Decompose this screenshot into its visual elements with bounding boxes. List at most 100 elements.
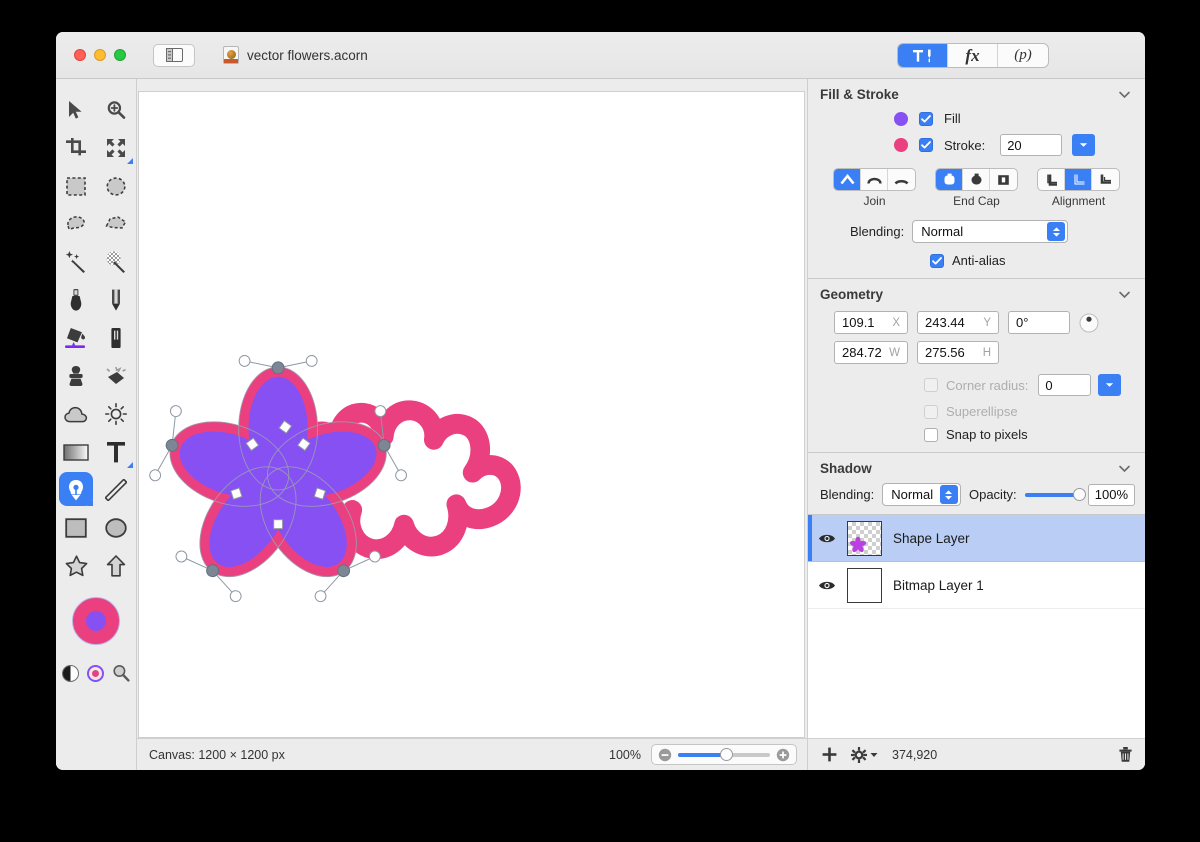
shadow-opacity-knob[interactable] (1072, 487, 1086, 501)
paint-bucket-tool[interactable] (56, 319, 96, 357)
rect-select-tool[interactable] (56, 167, 96, 205)
text-tool[interactable] (96, 433, 136, 471)
magic-wand-tool[interactable] (56, 243, 96, 281)
butt-cap-icon[interactable] (936, 169, 963, 190)
pen-tool[interactable] (56, 471, 96, 509)
smudge-tool[interactable] (96, 357, 136, 395)
inspector-mode-segmented-control[interactable]: fx (p) (897, 43, 1049, 68)
zoom-slider-knob[interactable] (719, 747, 733, 761)
endcap-group: End Cap (935, 168, 1018, 208)
tab-palette[interactable]: (p) (998, 44, 1048, 67)
corner-radius-input[interactable]: 0 (1038, 374, 1092, 396)
ellipse-tool[interactable] (96, 509, 136, 547)
round-join-icon[interactable] (861, 169, 888, 190)
black-white-swatch-icon[interactable] (62, 664, 79, 682)
anti-alias-checkbox[interactable] (930, 253, 944, 268)
layer-row-shape-layer[interactable]: Shape Layer (808, 515, 1145, 562)
stroke-color-dot[interactable] (894, 138, 908, 152)
geometry-w-field[interactable]: 284.72 W (834, 341, 908, 364)
clone-stamp-tool[interactable] (56, 357, 96, 395)
lasso-tool[interactable] (56, 205, 96, 243)
zoom-button[interactable] (114, 49, 126, 61)
corner-radius-stepper[interactable] (1098, 374, 1122, 396)
geometry-x-field[interactable]: 109.1 X (834, 311, 908, 334)
chevron-down-icon[interactable] (1118, 288, 1131, 301)
swap-swatch-icon[interactable] (87, 664, 104, 682)
round-cap-icon[interactable] (963, 169, 990, 190)
polygon-lasso-tool[interactable] (96, 205, 136, 243)
close-button[interactable] (74, 49, 86, 61)
transform-tool[interactable] (96, 129, 136, 167)
rectangle-tool[interactable] (56, 509, 96, 547)
align-outside-icon[interactable] (1092, 169, 1119, 190)
add-layer-icon[interactable] (822, 747, 837, 762)
geometry-y-field[interactable]: 243.44 Y (917, 311, 999, 334)
fill-color-swatch[interactable] (86, 611, 106, 631)
sidebar-toggle-button[interactable] (153, 43, 195, 67)
stroke-checkbox[interactable] (919, 138, 933, 152)
shadow-header[interactable]: Shadow (808, 453, 1145, 483)
fs-blending-popup[interactable]: Normal (912, 220, 1069, 243)
rotation-knob-icon[interactable] (1079, 313, 1099, 333)
layer-row-bitmap-layer-1[interactable]: Bitmap Layer 1 (808, 562, 1145, 609)
fill-stroke-header[interactable]: Fill & Stroke (808, 79, 1145, 109)
bevel-join-icon[interactable] (888, 169, 915, 190)
miter-join-icon[interactable] (834, 169, 861, 190)
pencil-tool[interactable] (96, 281, 136, 319)
eye-icon[interactable] (818, 579, 836, 592)
tab-tools[interactable] (898, 44, 948, 67)
shadow-opacity-slider[interactable] (1024, 487, 1086, 501)
brush-tool[interactable] (56, 281, 96, 319)
layer-options-menu[interactable] (851, 746, 878, 763)
zoom-out-icon[interactable] (658, 748, 672, 762)
canvas[interactable] (138, 91, 805, 738)
flower-petals[interactable] (148, 354, 408, 603)
superellipse-checkbox[interactable] (924, 404, 938, 419)
geometry-title: Geometry (820, 286, 884, 302)
trash-icon[interactable] (1118, 746, 1133, 763)
join-segmented-control[interactable] (833, 168, 916, 191)
geometry-h-field[interactable]: 275.56 H (917, 341, 999, 364)
geometry-header[interactable]: Geometry (808, 279, 1145, 309)
instant-alpha-tool[interactable] (96, 243, 136, 281)
alignment-segmented-control[interactable] (1037, 168, 1120, 191)
star-tool[interactable] (56, 547, 96, 585)
chevron-down-icon[interactable] (1118, 88, 1131, 101)
color-swatches[interactable] (64, 597, 128, 661)
gear-icon[interactable] (851, 746, 867, 763)
layers-list[interactable]: Shape Layer Bitmap Layer 1 (808, 515, 1145, 738)
zoom-slider-track[interactable] (678, 747, 770, 761)
snap-to-pixels-checkbox[interactable] (924, 427, 938, 442)
square-cap-icon[interactable] (990, 169, 1017, 190)
geometry-panel: Geometry 109.1 X 243.44 Y 0° 284.72 W 27… (808, 279, 1145, 453)
eye-icon[interactable] (818, 532, 836, 545)
line-tool[interactable] (96, 471, 136, 509)
shadow-blending-popup[interactable]: Normal (882, 483, 961, 506)
lasso-icon (67, 216, 85, 231)
move-tool[interactable] (56, 91, 96, 129)
dodge-tool[interactable] (96, 395, 136, 433)
fill-color-dot[interactable] (894, 111, 908, 126)
minimize-button[interactable] (94, 49, 106, 61)
zoom-tool[interactable] (96, 91, 136, 129)
stroke-width-input[interactable]: 20 (1000, 134, 1063, 156)
zoom-in-icon[interactable] (776, 748, 790, 762)
arrow-tool[interactable] (96, 547, 136, 585)
zoom-slider[interactable] (651, 744, 797, 765)
chevron-down-icon[interactable] (1118, 462, 1131, 475)
align-center-icon[interactable] (1065, 169, 1092, 190)
ellipse-select-tool[interactable] (96, 167, 136, 205)
crop-tool[interactable] (56, 129, 96, 167)
geometry-rotation-field[interactable]: 0° (1008, 311, 1070, 334)
fill-checkbox[interactable] (919, 111, 933, 126)
stroke-width-stepper[interactable] (1072, 134, 1096, 156)
tab-filters[interactable]: fx (948, 44, 998, 67)
corner-radius-checkbox[interactable] (924, 378, 938, 392)
eraser-tool[interactable] (96, 319, 136, 357)
align-inside-icon[interactable] (1038, 169, 1065, 190)
blur-tool[interactable] (56, 395, 96, 433)
loupe-icon[interactable] (112, 664, 130, 682)
gradient-tool[interactable] (56, 433, 96, 471)
endcap-segmented-control[interactable] (935, 168, 1018, 191)
shadow-opacity-input[interactable]: 100% (1087, 483, 1135, 506)
